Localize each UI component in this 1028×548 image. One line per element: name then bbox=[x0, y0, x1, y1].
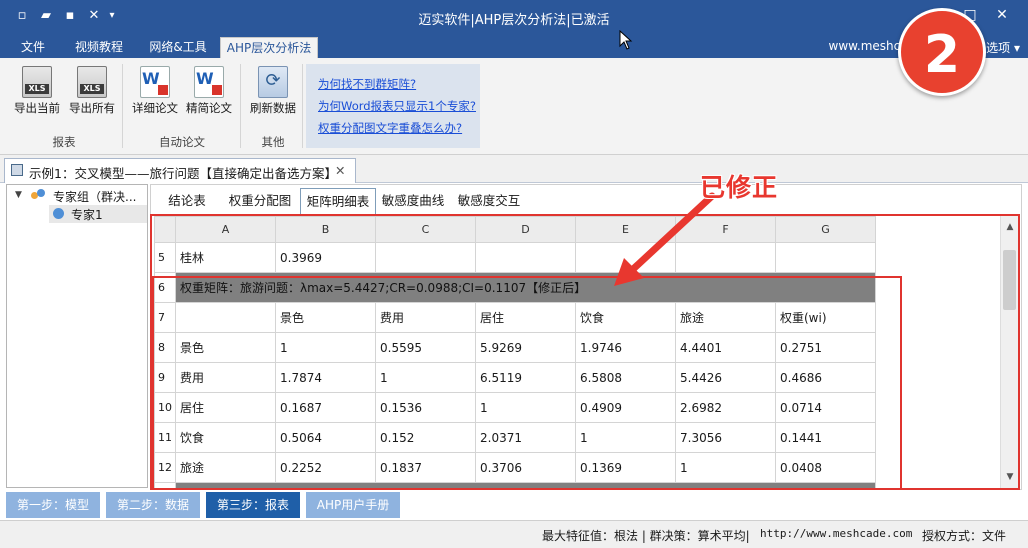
subtab-sensitivity-interaction[interactable]: 敏感度交互 bbox=[452, 188, 526, 214]
ribbon: XLS 导出当前 XLS 导出所有 报表 W 详细论文 W 精简论文 自动论文 … bbox=[0, 58, 1028, 155]
options-menu[interactable]: 选项 ▾ bbox=[986, 39, 1020, 56]
step-tab-manual[interactable]: AHP用户手册 bbox=[306, 492, 400, 518]
status-license: 授权方式：文件 bbox=[922, 529, 1007, 543]
tab-video-tutorial[interactable]: 视频教程 bbox=[62, 37, 136, 58]
tree-item-expert-1[interactable]: 专家1 bbox=[49, 205, 147, 223]
highlight-box-matrix bbox=[152, 276, 902, 490]
ribbon-divider bbox=[122, 64, 123, 148]
expert-group-icon bbox=[31, 189, 47, 201]
export-current-button[interactable]: XLS 导出当前 bbox=[10, 66, 64, 126]
detailed-paper-button[interactable]: W 详细论文 bbox=[128, 66, 182, 126]
export-current-label: 导出当前 bbox=[14, 101, 60, 115]
document-tab-title: 示例1：交叉模型——旅行问题【直接确定出备选方案】 bbox=[29, 166, 337, 181]
collapse-arrow-icon[interactable]: ▼ bbox=[15, 190, 22, 200]
brief-paper-label: 精简论文 bbox=[186, 101, 232, 115]
subtab-weight-chart[interactable]: 权重分配图 bbox=[222, 188, 298, 214]
excel-export-all-icon: XLS bbox=[77, 66, 107, 98]
word-brief-icon: W bbox=[194, 66, 224, 98]
step-number-badge: 2 bbox=[898, 8, 986, 96]
ribbon-divider bbox=[302, 64, 303, 148]
mouse-cursor-icon bbox=[619, 30, 633, 50]
user-icon bbox=[53, 208, 64, 219]
status-bar: 最大特征值：根法 | 群决策：算术平均| http://www.meshcade… bbox=[0, 520, 1028, 548]
ribbon-divider bbox=[240, 64, 241, 148]
refresh-data-label: 刷新数据 bbox=[250, 101, 296, 115]
detailed-paper-label: 详细论文 bbox=[132, 101, 178, 115]
group-label-auto-paper: 自动论文 bbox=[159, 135, 205, 149]
export-all-label: 导出所有 bbox=[69, 101, 115, 115]
excel-export-icon: XLS bbox=[22, 66, 52, 98]
subtab-matrix-detail[interactable]: 矩阵明细表 bbox=[300, 188, 376, 215]
status-info: 最大特征值：根法 | 群决策：算术平均| bbox=[542, 529, 750, 543]
close-tab-icon[interactable]: ✕ bbox=[335, 163, 345, 178]
export-all-button[interactable]: XLS 导出所有 bbox=[65, 66, 119, 126]
subtab-sensitivity-curve[interactable]: 敏感度曲线 bbox=[378, 188, 448, 214]
close-window-button[interactable]: ✕ bbox=[990, 4, 1014, 26]
word-detailed-icon: W bbox=[140, 66, 170, 98]
document-tab[interactable]: 示例1：交叉模型——旅行问题【直接确定出备选方案】 ✕ bbox=[4, 158, 356, 183]
brief-paper-button[interactable]: W 精简论文 bbox=[182, 66, 236, 126]
title-bar: ▫ ▰ ▪ ✕ ▾ 迈实软件|AHP层次分析法|已激活 □ ✕ bbox=[0, 0, 1028, 34]
tree-root-label[interactable]: 专家组（群决... bbox=[53, 188, 136, 205]
status-url[interactable]: http://www.meshcade.com bbox=[760, 527, 912, 540]
menu-bar: 文件 视频教程 网络&工具 AHP层次分析法 www.meshcade.c 选项… bbox=[0, 34, 1028, 59]
tab-file[interactable]: 文件 bbox=[8, 37, 58, 58]
refresh-data-button[interactable]: ⟳ 刷新数据 bbox=[246, 66, 300, 126]
expert-tree: ▼ 专家组（群决... 专家1 bbox=[6, 184, 148, 488]
help-link-word-report[interactable]: 为何Word报表只显示1个专家? bbox=[318, 98, 476, 114]
tab-network-tools[interactable]: 网络&工具 bbox=[140, 37, 216, 58]
group-label-report: 报表 bbox=[52, 135, 76, 149]
help-link-text-overlap[interactable]: 权重分配图文字重叠怎么办? bbox=[318, 120, 462, 136]
step-tab-model[interactable]: 第一步：模型 bbox=[6, 492, 100, 518]
step-tab-data[interactable]: 第二步：数据 bbox=[106, 492, 200, 518]
help-links-panel: 为何找不到群矩阵? 为何Word报表只显示1个专家? 权重分配图文字重叠怎么办? bbox=[306, 64, 480, 148]
help-link-group-matrix[interactable]: 为何找不到群矩阵? bbox=[318, 76, 416, 92]
annotation-label: 已修正 bbox=[700, 173, 779, 202]
model-icon bbox=[11, 164, 23, 176]
refresh-icon: ⟳ bbox=[258, 66, 288, 98]
subtab-conclusion[interactable]: 结论表 bbox=[160, 188, 214, 214]
tab-ahp[interactable]: AHP层次分析法 bbox=[220, 37, 318, 59]
window-title: 迈实软件|AHP层次分析法|已激活 bbox=[418, 13, 610, 28]
tree-child-label: 专家1 bbox=[71, 208, 103, 222]
step-tab-report[interactable]: 第三步：报表 bbox=[206, 492, 300, 518]
group-label-other: 其他 bbox=[261, 135, 285, 149]
